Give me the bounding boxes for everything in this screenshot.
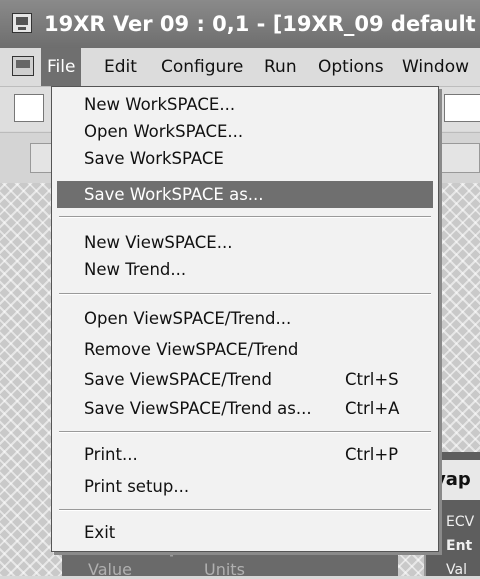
- menu-item-save-viewspace-trend-as[interactable]: Save ViewSPACE/Trend as... Ctrl+A: [57, 395, 433, 422]
- panel-label-ecw: ECV: [446, 514, 475, 530]
- menu-item-print[interactable]: Print... Ctrl+P: [57, 441, 433, 468]
- menu-run[interactable]: Run: [258, 48, 303, 86]
- menu-item-label: New WorkSPACE...: [84, 95, 236, 114]
- menu-window[interactable]: Window: [396, 48, 475, 86]
- menu-item-label: Save ViewSPACE/Trend as...: [84, 399, 312, 418]
- menu-configure[interactable]: Configure: [155, 48, 249, 86]
- menu-item-exit[interactable]: Exit: [57, 519, 433, 546]
- menu-item-remove-viewspace-trend[interactable]: Remove ViewSPACE/Trend: [57, 336, 433, 363]
- menu-item-label: Exit: [84, 523, 116, 542]
- menu-item-label: Remove ViewSPACE/Trend: [84, 340, 299, 359]
- units-column-header: Units: [204, 560, 245, 579]
- menu-item-shortcut: Ctrl+A: [345, 399, 400, 418]
- menu-item-new-workspace[interactable]: New WorkSPACE...: [57, 91, 433, 118]
- value-column-header: Value: [88, 560, 132, 579]
- menu-item-label: Save WorkSPACE: [84, 149, 224, 168]
- menu-item-new-viewspace[interactable]: New ViewSPACE...: [57, 229, 433, 256]
- app-icon[interactable]: [12, 13, 32, 33]
- toolbar-button-right[interactable]: [440, 143, 480, 173]
- toolbar-input-right[interactable]: [444, 94, 480, 122]
- toolbar-input[interactable]: [14, 94, 44, 122]
- title-bar[interactable]: 19XR Ver 09 : 0,1 - [19XR_09 default: [0, 0, 480, 48]
- menu-item-label: Open WorkSPACE...: [84, 122, 244, 141]
- menu-edit[interactable]: Edit: [98, 48, 143, 86]
- menu-separator: [59, 216, 431, 218]
- menu-item-save-workspace[interactable]: Save WorkSPACE: [57, 145, 433, 172]
- menu-item-save-viewspace-trend[interactable]: Save ViewSPACE/Trend Ctrl+S: [57, 366, 433, 393]
- system-menu-icon[interactable]: [12, 56, 34, 76]
- menu-item-label: Save ViewSPACE/Trend: [84, 370, 272, 389]
- menu-item-label: Save WorkSPACE as...: [84, 185, 264, 204]
- panel-label-ent: Ent: [446, 538, 473, 554]
- menu-options[interactable]: Options: [312, 48, 390, 86]
- menu-separator: [59, 509, 431, 511]
- menu-item-label: Print...: [84, 445, 138, 464]
- menu-item-label: Open ViewSPACE/Trend...: [84, 309, 292, 328]
- menu-item-shortcut: Ctrl+S: [345, 370, 399, 389]
- menu-separator: [59, 293, 431, 295]
- menu-item-print-setup[interactable]: Print setup...: [57, 473, 433, 500]
- menu-item-label: Print setup...: [84, 477, 190, 496]
- menu-item-open-viewspace-trend[interactable]: Open ViewSPACE/Trend...: [57, 305, 433, 332]
- menu-separator: [59, 431, 431, 433]
- menu-item-shortcut: Ctrl+P: [345, 445, 399, 464]
- menu-item-open-workspace[interactable]: Open WorkSPACE...: [57, 118, 433, 145]
- menu-item-new-trend[interactable]: New Trend...: [57, 256, 433, 283]
- window-title: 19XR Ver 09 : 0,1 - [19XR_09 default: [44, 12, 476, 36]
- menu-item-label: New Trend...: [84, 260, 187, 279]
- menu-item-label: New ViewSPACE...: [84, 233, 233, 252]
- menu-file[interactable]: File: [41, 48, 82, 86]
- menu-item-save-workspace-as[interactable]: Save WorkSPACE as...: [57, 181, 433, 208]
- file-menu-dropdown: New WorkSPACE... Open WorkSPACE... Save …: [51, 86, 439, 552]
- menu-bar: File Edit Configure Run Options Window: [0, 48, 480, 87]
